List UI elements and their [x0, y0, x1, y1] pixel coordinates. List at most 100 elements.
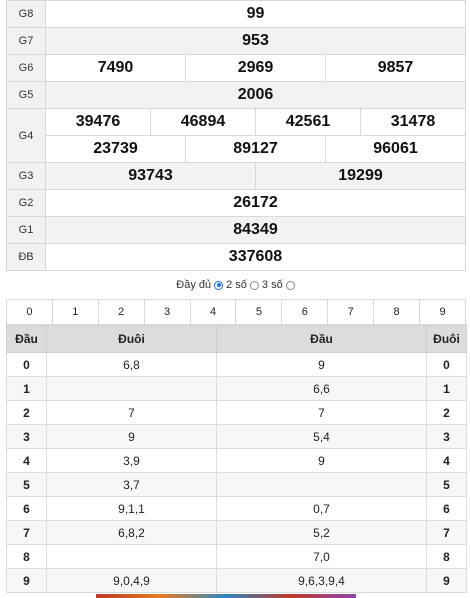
prize-cell: 7490 2969 9857: [45, 54, 466, 82]
prize-cell: 93743 19299: [45, 162, 466, 190]
prize-number: 89127: [185, 136, 325, 162]
digit-selector: 0 1 2 3 4 5 6 7 8 9: [6, 299, 466, 325]
loto-tail-values: 3,7: [46, 472, 217, 497]
prize-number: 2969: [185, 55, 325, 81]
loto-digit: 9: [426, 568, 467, 593]
prize-label: G2: [6, 189, 46, 217]
prize-label: G3: [6, 162, 46, 190]
filter-label-three: 3 số: [261, 279, 283, 291]
prize-number: 23739: [93, 140, 138, 157]
loto-digit: 7: [426, 520, 467, 545]
digit-button[interactable]: 9: [419, 299, 466, 325]
loto-digit: 1: [6, 376, 47, 401]
prize-row-g8: G8 99: [6, 0, 466, 28]
prize-row-g6: G6 7490 2969 9857: [6, 54, 466, 82]
loto-head-values: 5,2: [216, 520, 427, 545]
prize-number: 96061: [325, 136, 465, 162]
loto-digit: 5: [426, 472, 467, 497]
loto-head-values: 7,0: [216, 544, 427, 569]
digit-button[interactable]: 7: [327, 299, 375, 325]
loto-digit: 4: [426, 448, 467, 473]
digit-button[interactable]: 1: [51, 299, 99, 325]
filter-label-full: Đầy đủ: [176, 279, 212, 291]
loto-tail-values: [46, 376, 217, 401]
loto-digit: 7: [6, 520, 47, 545]
header-tail: Đuôi: [46, 325, 217, 353]
loto-digit: 4: [6, 448, 47, 473]
digit-button[interactable]: 2: [97, 299, 145, 325]
loto-digit: 8: [6, 544, 47, 569]
results-panel: G8 99 G7 953 G6 7490 2969 9857 G5 2006 G…: [6, 0, 467, 593]
loto-tail-values: 6,8: [46, 352, 217, 377]
prize-label: G7: [6, 27, 46, 55]
loto-row: 9 9,0,4,9 9,6,3,9,4 9: [6, 568, 467, 593]
loto-table: Đầu Đuôi Đầu Đuôi 0 6,8 9 0 1 6,6 1 2 7: [6, 325, 467, 593]
loto-head-values: 9: [216, 352, 427, 377]
prize-number: 93743: [128, 167, 173, 184]
loto-head-values: 9,6,3,9,4: [216, 568, 427, 593]
loto-row: 6 9,1,1 0,7 6: [6, 496, 467, 521]
loto-head-values: 5,4: [216, 424, 427, 449]
loto-digit: 9: [6, 568, 47, 593]
prize-number: 39476: [75, 113, 121, 130]
prize-label: G4: [6, 108, 46, 163]
prize-number: 2006: [45, 81, 466, 109]
digit-button[interactable]: 8: [373, 299, 421, 325]
radio-three-digits[interactable]: [285, 280, 295, 290]
prize-number: 42561: [255, 109, 360, 135]
special-prize-number: 337608: [45, 243, 466, 271]
loto-tail-values: 3,9: [46, 448, 217, 473]
loto-tail-values: 9,1,1: [46, 496, 217, 521]
prize-table: G8 99 G7 953 G6 7490 2969 9857 G5 2006 G…: [6, 0, 466, 271]
banner-edge: [96, 594, 356, 598]
digit-button[interactable]: 4: [189, 299, 237, 325]
loto-row: 4 3,9 9 4: [6, 448, 467, 473]
prize-label: G6: [6, 54, 46, 82]
prize-number: 46894: [150, 109, 255, 135]
prize-row-g2: G2 26172: [6, 189, 466, 217]
prize-row-g3: G3 93743 19299: [6, 162, 466, 190]
digit-button[interactable]: 5: [235, 299, 283, 325]
prize-label: G1: [6, 216, 46, 244]
loto-head-values: 6,6: [216, 376, 427, 401]
digit-button[interactable]: 6: [281, 299, 329, 325]
loto-digit: 1: [426, 376, 467, 401]
loto-tail-values: 7: [46, 400, 217, 425]
loto-digit: 3: [6, 424, 47, 449]
prize-number: 19299: [255, 163, 465, 189]
prize-number: 99: [45, 0, 466, 28]
radio-two-digits[interactable]: [249, 280, 259, 290]
prize-number: 9857: [325, 55, 465, 81]
prize-row-special: ĐB 337608: [6, 243, 466, 271]
prize-number: 7490: [97, 59, 134, 76]
loto-row: 0 6,8 9 0: [6, 352, 467, 377]
loto-head-values: [216, 472, 427, 497]
prize-row-g7: G7 953: [6, 27, 466, 55]
loto-digit: 3: [426, 424, 467, 449]
prize-number: 84349: [45, 216, 466, 244]
prize-number: 953: [45, 27, 466, 55]
prize-label: G8: [6, 0, 46, 28]
loto-digit: 6: [426, 496, 467, 521]
loto-head-values: 7: [216, 400, 427, 425]
loto-header: Đầu Đuôi Đầu Đuôi: [6, 325, 467, 353]
prize-label: G5: [6, 81, 46, 109]
loto-digit: 6: [6, 496, 47, 521]
radio-full[interactable]: [214, 280, 224, 290]
loto-tail-values: 9,0,4,9: [46, 568, 217, 593]
loto-tail-values: [46, 544, 217, 569]
digit-button[interactable]: 3: [143, 299, 191, 325]
loto-digit: 0: [426, 352, 467, 377]
loto-digit: 2: [426, 400, 467, 425]
header-head-left: Đầu: [6, 325, 47, 353]
loto-row: 2 7 7 2: [6, 400, 467, 425]
header-head: Đầu: [216, 325, 427, 353]
loto-row: 5 3,7 5: [6, 472, 467, 497]
loto-digit: 2: [6, 400, 47, 425]
digit-button[interactable]: 0: [6, 299, 53, 325]
header-tail-right: Đuôi: [426, 325, 467, 353]
loto-row: 1 6,6 1: [6, 376, 467, 401]
prize-number: 31478: [360, 109, 465, 135]
prize-cell: 39476 46894 42561 31478 23739 89127 9606…: [45, 108, 466, 163]
loto-digit: 5: [6, 472, 47, 497]
